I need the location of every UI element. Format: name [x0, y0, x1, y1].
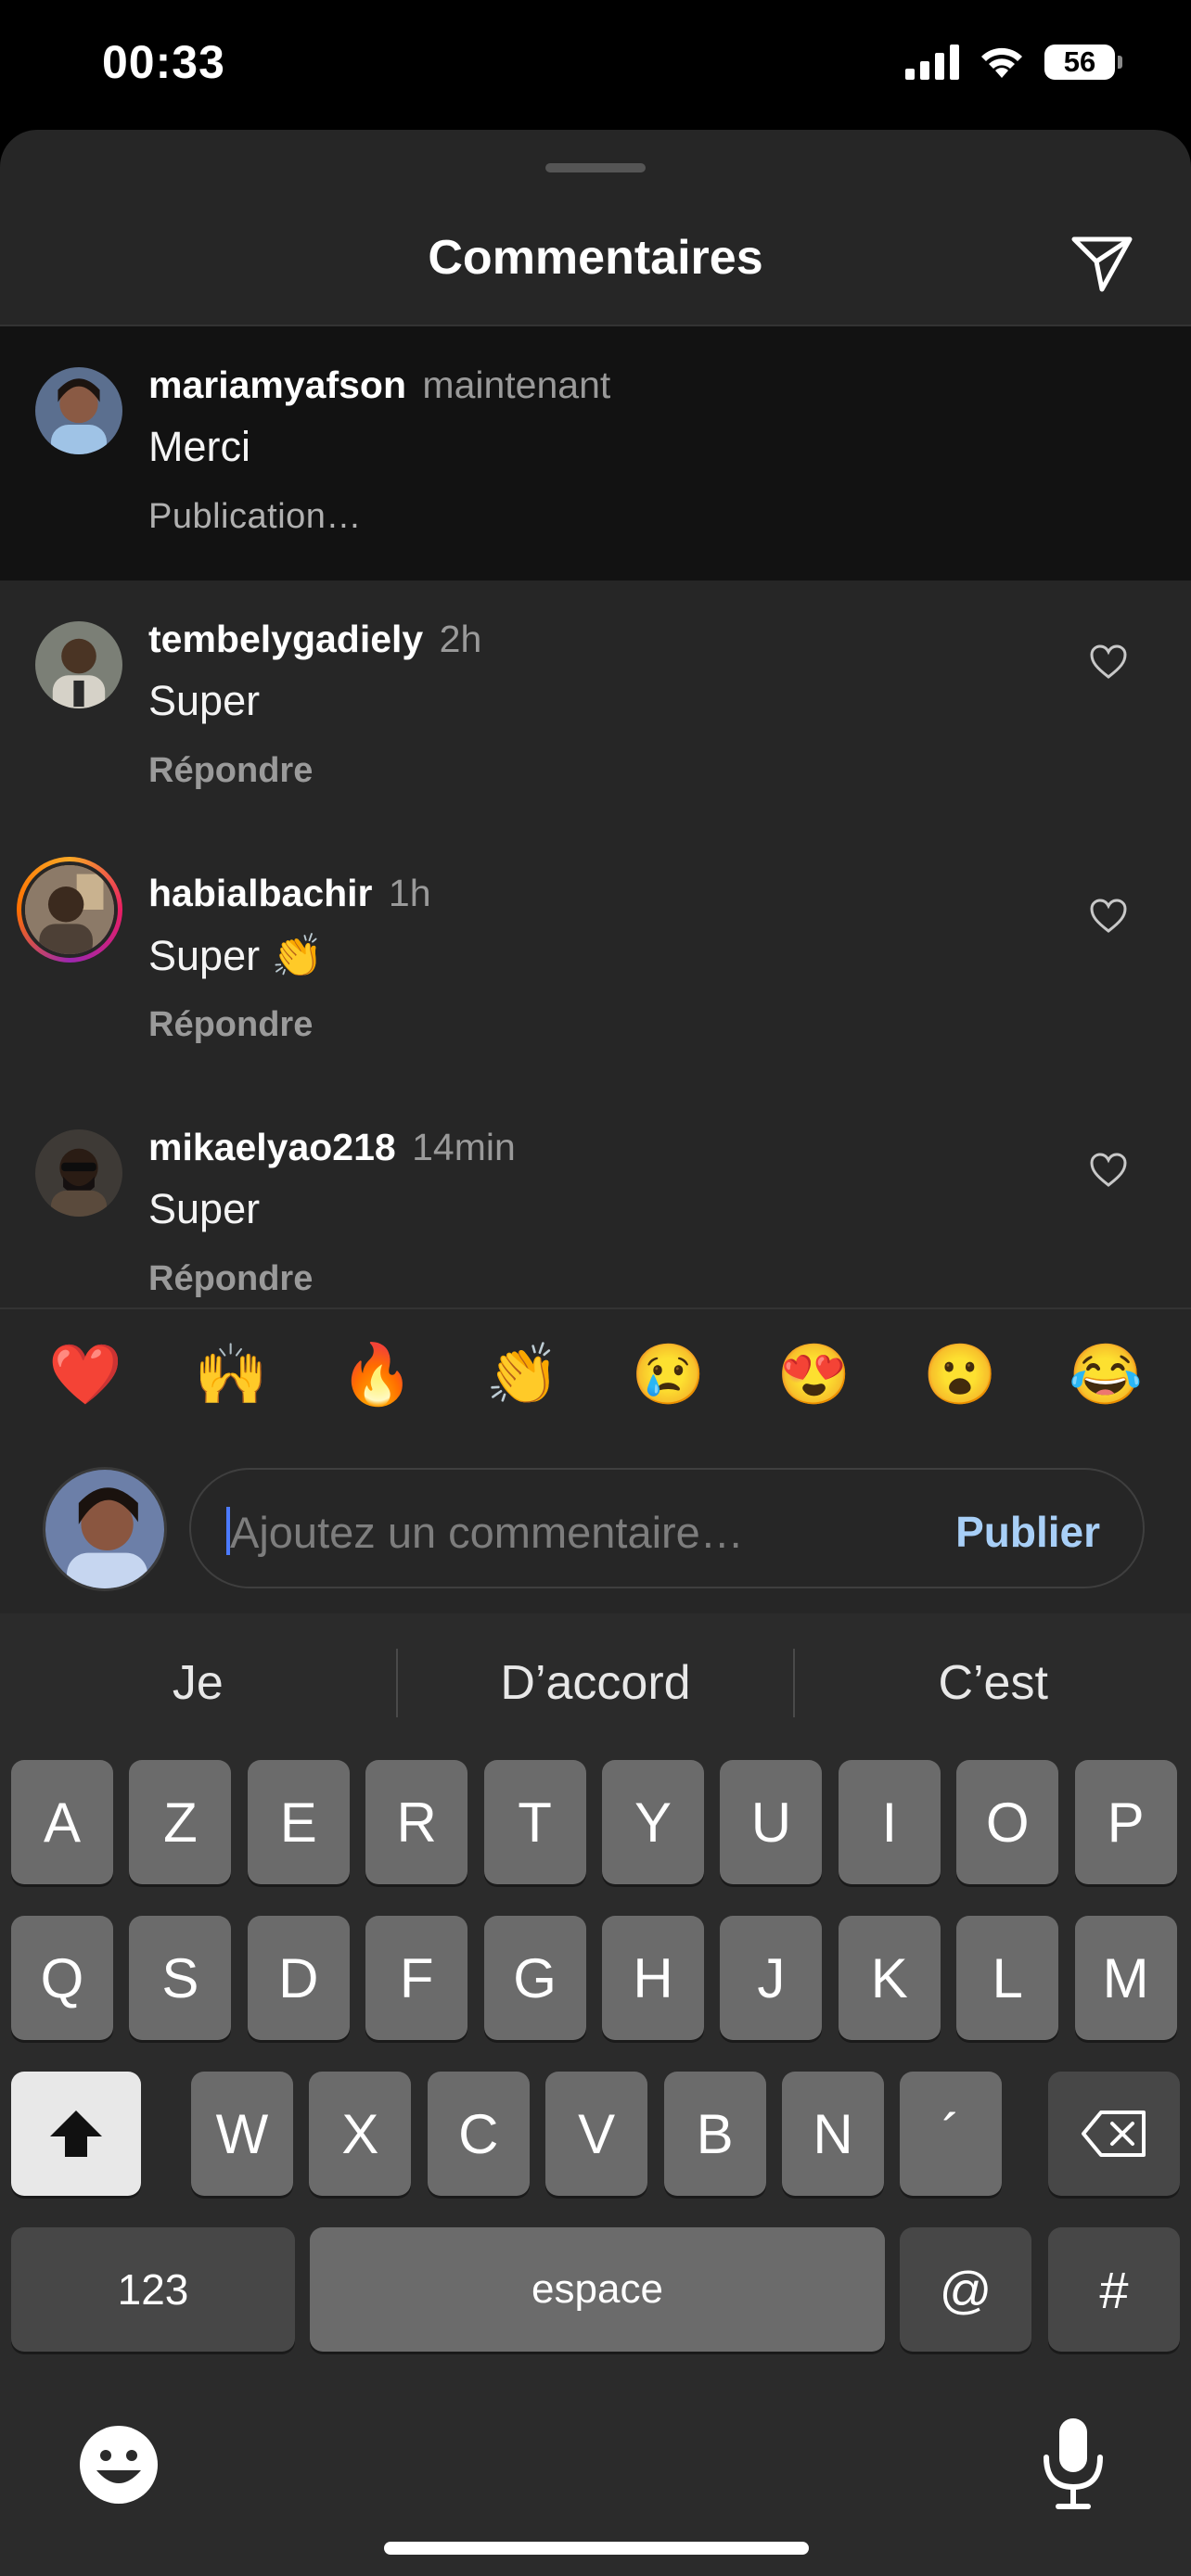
key-row3[interactable]: W	[191, 2072, 293, 2196]
heart-icon[interactable]	[1089, 898, 1128, 935]
key-row1[interactable]: U	[720, 1760, 823, 1884]
comment-item: mariamyafson maintenant Merci Publicatio…	[0, 326, 1191, 580]
key-row1[interactable]: I	[838, 1760, 941, 1884]
shift-key[interactable]	[11, 2072, 141, 2196]
status-time: 00:33	[102, 36, 225, 88]
comment-input[interactable]: Ajoutez un commentaire… Publier	[189, 1468, 1145, 1588]
comment-header: habialbachir 1h	[148, 872, 431, 915]
home-indicator	[384, 2542, 809, 2555]
heart-icon[interactable]	[1089, 644, 1128, 681]
key-row3[interactable]: ´	[900, 2072, 1003, 2196]
key-row3[interactable]: B	[663, 2072, 766, 2196]
comment-posting-status: Publication…	[148, 497, 362, 536]
prediction-2[interactable]: D’accord	[398, 1613, 794, 1753]
comment-text: Super 👏	[148, 932, 324, 979]
reaction-divider	[0, 1307, 1191, 1309]
emoji-keyboard-icon[interactable]	[76, 2422, 161, 2507]
key-row2[interactable]: L	[956, 1916, 1059, 2040]
key-row2[interactable]: H	[602, 1916, 704, 2040]
reply-button[interactable]: Répondre	[148, 1005, 313, 1045]
key-row2[interactable]: Q	[11, 1916, 113, 2040]
avatar[interactable]	[35, 621, 122, 708]
comment-item: tembelygadiely 2h Super Répondre	[0, 580, 1191, 835]
comment-input-placeholder: Ajoutez un commentaire…	[230, 1508, 744, 1557]
predictive-bar: Je D’accord C’est	[0, 1613, 1191, 1753]
key-row3[interactable]: X	[309, 2072, 412, 2196]
status-bar: 00:33 56	[0, 0, 1191, 130]
backspace-key[interactable]	[1048, 2072, 1180, 2196]
reaction-raised-hands[interactable]: 🙌	[185, 1345, 277, 1404]
reaction-fire[interactable]: 🔥	[330, 1345, 423, 1404]
space-key[interactable]: espace	[310, 2227, 885, 2352]
comment-text: Super	[148, 677, 261, 724]
backspace-icon	[1082, 2111, 1146, 2157]
microphone-icon[interactable]	[1039, 2417, 1108, 2513]
reaction-clap[interactable]: 👏	[476, 1345, 569, 1404]
paper-plane-icon[interactable]	[1069, 230, 1135, 297]
prediction-3[interactable]: C’est	[795, 1613, 1191, 1753]
reply-button[interactable]: Répondre	[148, 751, 313, 791]
comment-text: Super	[148, 1185, 261, 1232]
prediction-1[interactable]: Je	[0, 1613, 396, 1753]
at-key[interactable]: @	[900, 2227, 1031, 2352]
key-row1[interactable]: R	[365, 1760, 468, 1884]
reaction-heart-eyes[interactable]: 😍	[768, 1345, 861, 1404]
comment-header: tembelygadiely 2h	[148, 618, 481, 661]
key-row2[interactable]: K	[838, 1916, 941, 2040]
key-row3[interactable]: N	[782, 2072, 884, 2196]
key-row3[interactable]: V	[545, 2072, 648, 2196]
key-row1[interactable]: A	[11, 1760, 113, 1884]
avatar[interactable]	[35, 367, 122, 454]
comment-header: mikaelyao218 14min	[148, 1126, 516, 1169]
key-row2[interactable]: J	[720, 1916, 823, 2040]
heart-icon[interactable]	[1089, 1152, 1128, 1189]
sheet-title: Commentaires	[428, 231, 763, 285]
reaction-cry[interactable]: 😢	[622, 1345, 715, 1404]
shift-arrow-icon	[50, 2111, 102, 2157]
quick-reactions: ❤️ 🙌 🔥 👏 😢 😍 😮 😂	[39, 1345, 1152, 1404]
comment-username[interactable]: habialbachir	[148, 872, 373, 914]
key-row2[interactable]: M	[1074, 1916, 1177, 2040]
comment-text: Merci	[148, 423, 250, 470]
key-row2[interactable]: G	[483, 1916, 586, 2040]
key-row3[interactable]: C	[427, 2072, 530, 2196]
reaction-laugh[interactable]: 😂	[1059, 1345, 1152, 1404]
key-row1[interactable]: Y	[602, 1760, 704, 1884]
reaction-heart[interactable]: ❤️	[39, 1345, 132, 1404]
comment-time: 1h	[388, 872, 431, 914]
comment-time: maintenant	[422, 363, 611, 406]
key-row2[interactable]: F	[365, 1916, 468, 2040]
sheet-grabber[interactable]	[545, 163, 646, 172]
wifi-icon	[981, 47, 1022, 78]
avatar-story-ring[interactable]	[17, 857, 122, 963]
current-user-avatar	[43, 1467, 167, 1591]
battery-level: 56	[1063, 45, 1096, 78]
avatar[interactable]	[35, 1129, 122, 1217]
key-row1[interactable]: O	[956, 1760, 1059, 1884]
publish-button[interactable]: Publier	[955, 1507, 1100, 1557]
key-row1[interactable]: P	[1074, 1760, 1177, 1884]
battery-icon: 56	[1044, 45, 1122, 80]
comment-item: mikaelyao218 14min Super Répondre	[0, 1089, 1191, 1343]
signal-icon	[905, 45, 959, 80]
comment-item: habialbachir 1h Super 👏 Répondre	[0, 835, 1191, 1089]
key-row1[interactable]: T	[483, 1760, 586, 1884]
key-row1[interactable]: E	[247, 1760, 350, 1884]
hash-key[interactable]: #	[1048, 2227, 1180, 2352]
key-row2[interactable]: D	[247, 1916, 350, 2040]
comment-username[interactable]: mariamyafson	[148, 363, 406, 406]
numbers-key[interactable]: 123	[11, 2227, 295, 2352]
key-row2[interactable]: S	[129, 1916, 232, 2040]
key-row1[interactable]: Z	[129, 1760, 232, 1884]
comment-time: 14min	[412, 1126, 516, 1168]
comment-username[interactable]: tembelygadiely	[148, 618, 423, 660]
reply-button[interactable]: Répondre	[148, 1259, 313, 1299]
comment-time: 2h	[439, 618, 482, 660]
reaction-surprised[interactable]: 😮	[914, 1345, 1006, 1404]
comment-header: mariamyafson maintenant	[148, 363, 610, 407]
comment-username[interactable]: mikaelyao218	[148, 1126, 396, 1168]
status-icons: 56	[905, 45, 1122, 80]
